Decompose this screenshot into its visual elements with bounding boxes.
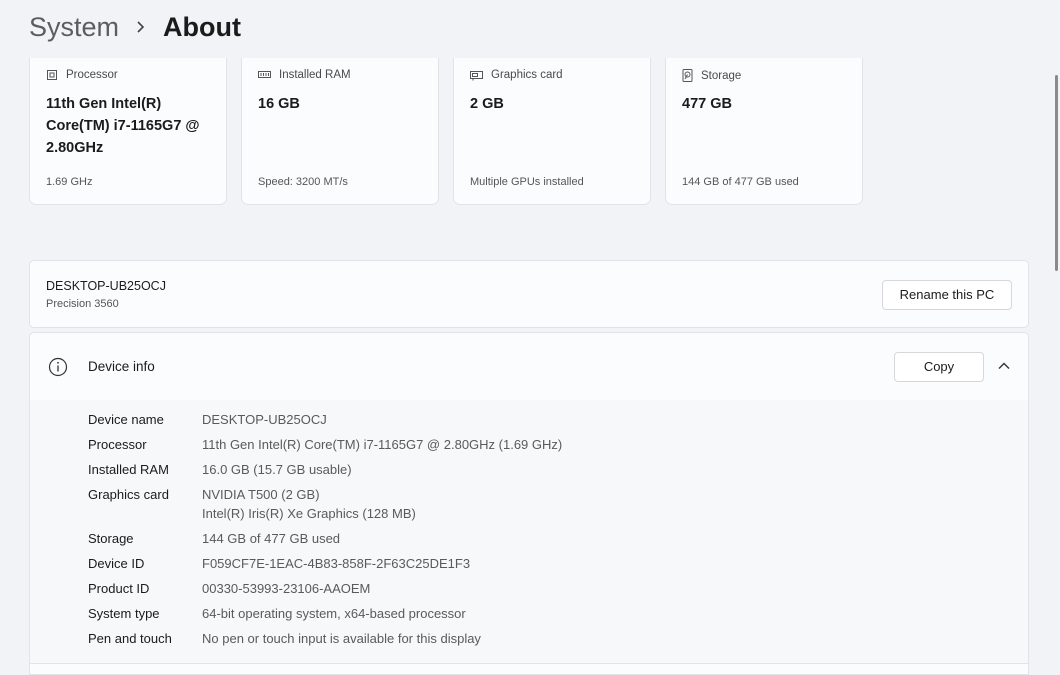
- pc-name-panel: DESKTOP-UB25OCJ Precision 3560 Rename th…: [29, 260, 1029, 328]
- storage-icon: [682, 69, 693, 82]
- info-icon: [48, 357, 68, 377]
- card-title: Graphics card: [491, 69, 563, 81]
- pc-name: DESKTOP-UB25OCJ: [46, 279, 166, 293]
- card-title: Processor: [66, 69, 118, 81]
- pc-model: Precision 3560: [46, 298, 119, 310]
- spec-value: 64-bit operating system, x64-based proce…: [202, 606, 466, 621]
- card-value: 2 GB: [470, 96, 504, 112]
- breadcrumb: System About: [0, 0, 1060, 58]
- chevron-up-icon[interactable]: [997, 359, 1011, 373]
- spec-value-secondary: Intel(R) Iris(R) Xe Graphics (128 MB): [202, 506, 416, 521]
- spec-value: NVIDIA T500 (2 GB): [202, 487, 320, 502]
- spec-label: Pen and touch: [88, 631, 172, 646]
- storage-card: Storage 477 GB 144 GB of 477 GB used: [665, 50, 863, 205]
- processor-card: Processor 11th Gen Intel(R) Core(TM) i7-…: [29, 50, 227, 205]
- graphics-card-card: Graphics card 2 GB Multiple GPUs install…: [453, 50, 651, 205]
- card-subtext: Speed: 3200 MT/s: [258, 176, 348, 188]
- spec-label: System type: [88, 606, 160, 621]
- card-title: Storage: [701, 69, 742, 82]
- card-subtext: 144 GB of 477 GB used: [682, 176, 799, 188]
- card-subtext: 1.69 GHz: [46, 176, 93, 188]
- card-value: 16 GB: [258, 96, 300, 112]
- device-info-header[interactable]: Device info Copy: [29, 332, 1029, 401]
- spec-label: Processor: [88, 437, 147, 452]
- ram-card: Installed RAM 16 GB Speed: 3200 MT/s: [241, 50, 439, 205]
- device-info-title: Device info: [88, 359, 155, 374]
- spec-value: F059CF7E-1EAC-4B83-858F-2F63C25DE1F3: [202, 556, 471, 571]
- spec-value: 144 GB of 477 GB used: [202, 531, 341, 546]
- spec-label: Installed RAM: [88, 462, 169, 477]
- card-value: 477 GB: [682, 96, 732, 112]
- spec-label: Device name: [88, 412, 164, 427]
- graphics-card-icon: [470, 70, 483, 80]
- card-subtext: Multiple GPUs installed: [470, 176, 584, 188]
- card-value: 11th Gen Intel(R) Core(TM) i7-1165G7 @ 2…: [46, 96, 200, 156]
- chevron-right-icon: [137, 21, 145, 33]
- copy-button[interactable]: Copy: [894, 352, 984, 382]
- spec-label: Product ID: [88, 581, 150, 596]
- next-section-panel: [29, 663, 1029, 675]
- spec-value: No pen or touch input is available for t…: [202, 631, 481, 646]
- spec-value: 00330-53993-23106-AAOEM: [202, 581, 371, 596]
- rename-pc-button[interactable]: Rename this PC: [882, 280, 1012, 310]
- spec-label: Device ID: [88, 556, 145, 571]
- device-info-specs: Device name DESKTOP-UB25OCJ Processor 11…: [29, 400, 1029, 664]
- card-title: Installed RAM: [279, 69, 351, 81]
- breadcrumb-system[interactable]: System: [29, 12, 119, 43]
- page-title: About: [163, 12, 241, 42]
- scrollbar-thumb[interactable]: [1055, 75, 1058, 271]
- spec-value: 11th Gen Intel(R) Core(TM) i7-1165G7 @ 2…: [202, 437, 563, 452]
- ram-icon: [258, 71, 271, 78]
- spec-value: DESKTOP-UB25OCJ: [202, 412, 327, 427]
- spec-label: Graphics card: [88, 487, 169, 502]
- spec-label: Storage: [88, 531, 134, 546]
- spec-value: 16.0 GB (15.7 GB usable): [202, 462, 352, 477]
- processor-icon: [47, 70, 57, 80]
